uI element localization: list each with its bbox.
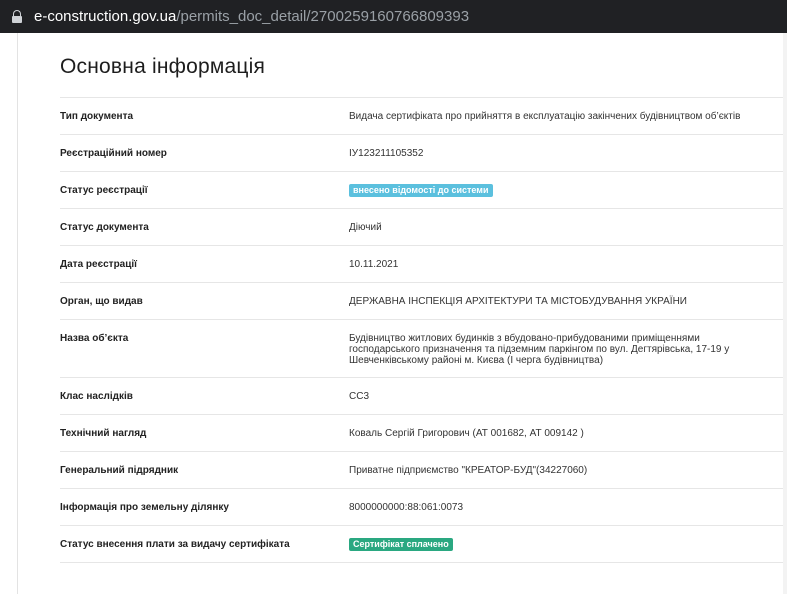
row-value: ДЕРЖАВНА ІНСПЕКЦІЯ АРХІТЕКТУРИ ТА МІСТОБ… [349,296,687,307]
row-label: Тип документа [60,111,134,122]
row-value: Приватне підприємство "КРЕАТОР-БУД"(3422… [349,465,588,476]
table-row-issuing-authority: Орган, що видав ДЕРЖАВНА ІНСПЕКЦІЯ АРХІТ… [60,283,783,320]
info-table: Тип документа Видача сертифіката про при… [60,97,783,563]
row-label: Клас наслідків [60,391,133,402]
row-label: Інформація про земельну ділянку [60,502,229,513]
table-row-registration-number: Реєстраційний номер ІУ123211105352 [60,135,783,172]
table-row-registration-date: Дата реєстрації 10.11.2021 [60,246,783,283]
lock-icon[interactable] [12,10,22,23]
row-label: Реєстраційний номер [60,148,167,159]
row-label: Технічний нагляд [60,428,147,439]
page-title: Основна інформація [60,55,266,78]
scrollbar[interactable] [783,33,787,594]
row-value: 10.11.2021 [349,259,399,270]
table-row-document-status: Статус документа Діючий [60,209,783,246]
table-row-technical-supervision: Технічний нагляд Коваль Сергій Григорови… [60,415,783,452]
row-value: Сертифікат сплачено [349,538,769,551]
row-value: Видача сертифіката про прийняття в експл… [349,111,741,122]
url-host: e-construction.gov.ua [34,8,177,25]
table-row-general-contractor: Генеральний підрядник Приватне підприємс… [60,452,783,489]
row-value: ІУ123211105352 [349,148,424,159]
table-row-object-name: Назва об’єкта Будівництво житлових будин… [60,320,783,378]
row-label: Статус реєстрації [60,185,148,196]
payment-badge: Сертифікат сплачено [349,538,453,551]
row-value: СС3 [349,391,370,402]
address-bar[interactable]: e-construction.gov.ua /permits_doc_detai… [0,0,787,33]
table-row-payment-status: Статус внесення плати за видачу сертифік… [60,526,783,563]
row-label: Статус документа [60,222,149,233]
table-row-consequence-class: Клас наслідків СС3 [60,378,783,415]
row-value: Будівництво житлових будинків з вбудован… [349,333,730,366]
row-label: Статус внесення плати за видачу сертифік… [60,539,290,550]
row-value: Коваль Сергій Григорович (АТ 001682, АТ … [349,428,584,439]
main-info-section: Основна інформація Тип документа Видача … [60,33,783,563]
row-value: внесено відомості до системи [349,184,769,197]
table-row-registration-status: Статус реєстрації внесено відомості до с… [60,172,783,209]
row-value: Діючий [349,222,382,233]
row-label: Назва об’єкта [60,333,129,344]
page-left-border [17,33,18,594]
table-row-document-type: Тип документа Видача сертифіката про при… [60,98,783,135]
row-value: 8000000000:88:061:0073 [349,502,464,513]
row-label: Генеральний підрядник [60,465,179,476]
table-row-land-plot: Інформація про земельну ділянку 80000000… [60,489,783,526]
url-path: /permits_doc_detail/2700259160766809393 [176,8,470,25]
row-label: Дата реєстрації [60,259,137,270]
status-badge: внесено відомості до системи [349,184,493,197]
row-label: Орган, що видав [60,296,143,307]
